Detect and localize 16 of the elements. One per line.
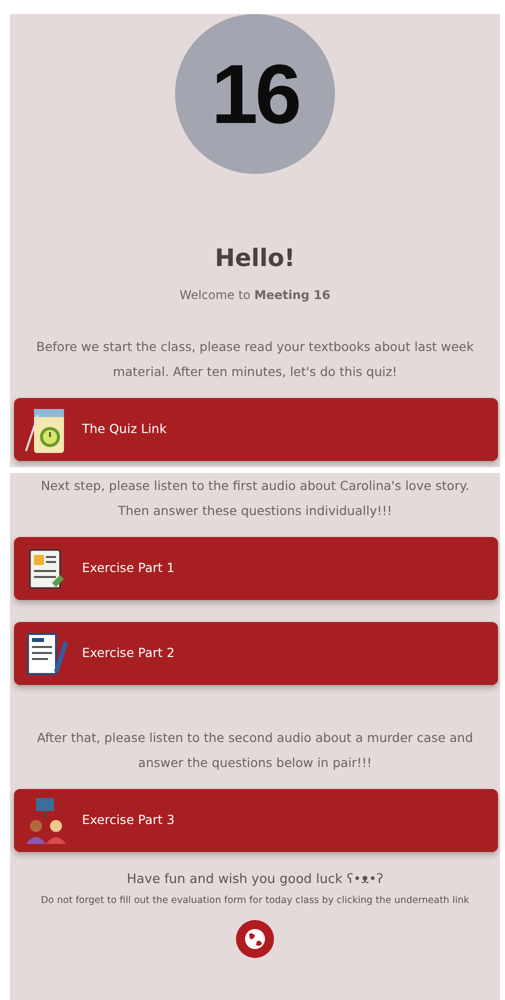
people-with-screen-icon (24, 796, 68, 846)
closing-text: Have fun and wish you good luck ʕ•ᴥ•ʔ (126, 871, 384, 889)
evaluation-form-link[interactable] (236, 920, 274, 958)
exercise-link-button[interactable]: The Quiz Link (14, 398, 498, 461)
instruction-text: After that, please listen to the second audio about a murder case and answer the questions below in pair!!! (36, 729, 474, 772)
instruction-text: Before we start the class, please read your textbooks about last week material. After ten minutes, let's do this quiz! (35, 338, 475, 381)
exercise-link-button[interactable]: Exercise Part 1 (14, 537, 498, 600)
exercise-link-button[interactable]: Exercise Part 2 (14, 622, 498, 685)
instruction-text: Next step, please listen to the first audio about Carolina's love story. Then answer these questions individually!!! (40, 477, 470, 520)
welcome-text: Welcome to Meeting 16 (178, 287, 332, 304)
greeting-heading: Hello! (214, 243, 296, 274)
globe-icon (244, 928, 266, 950)
meeting-number-circle: 16 (175, 14, 335, 174)
exercise-link-button[interactable]: Exercise Part 3 (14, 789, 498, 852)
form-with-pen-icon (24, 630, 68, 676)
evaluation-note: Do not forget to fill out the evaluation form for today class by clicking the underneath link (40, 894, 470, 908)
